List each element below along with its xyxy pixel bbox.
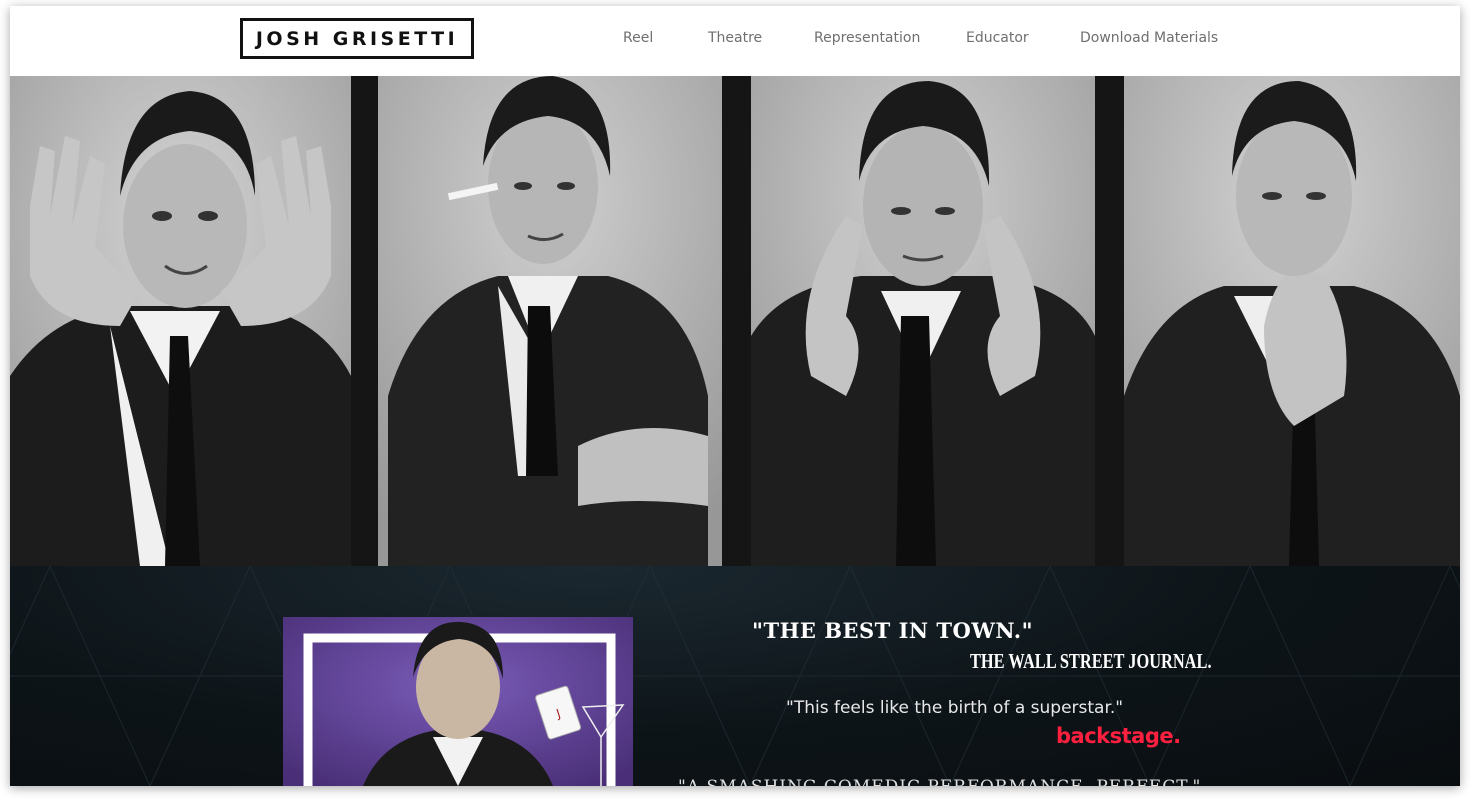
- promo-image[interactable]: J: [283, 617, 633, 786]
- source-backstage-logo: backstage.: [1056, 724, 1181, 748]
- portrait-strip: [10, 76, 1460, 566]
- portrait-photo-thinking: [1124, 76, 1460, 566]
- nav-reel[interactable]: Reel: [623, 30, 653, 46]
- source-wsj-logo: THE WALL STREET JOURNAL.: [970, 649, 1212, 673]
- portrait-photo-cigarette: [378, 76, 722, 566]
- nav-educator[interactable]: Educator: [966, 30, 1029, 46]
- press-section: J "THE BEST IN TOWN." THE WALL STREET JO…: [10, 566, 1460, 786]
- nav-theatre[interactable]: Theatre: [708, 30, 762, 46]
- nav-download-materials[interactable]: Download Materials: [1080, 30, 1218, 46]
- site-logo[interactable]: JOSH GRISETTI: [240, 18, 474, 59]
- portrait-photo-temples: [751, 76, 1095, 566]
- quote-backstage: "This feels like the birth of a supersta…: [786, 698, 1124, 718]
- quote-wsj: "THE BEST IN TOWN.": [752, 618, 1034, 643]
- nav-representation[interactable]: Representation: [814, 30, 920, 46]
- triangle-pattern: [10, 566, 1460, 786]
- site-header: JOSH GRISETTI Reel Theatre Representatio…: [10, 6, 1460, 76]
- quote-smashing: "A SMASHING COMEDIC PERFORMANCE. PERFECT…: [678, 777, 1201, 786]
- portrait-photo-hands: [10, 76, 351, 566]
- browser-page: JOSH GRISETTI Reel Theatre Representatio…: [10, 6, 1460, 786]
